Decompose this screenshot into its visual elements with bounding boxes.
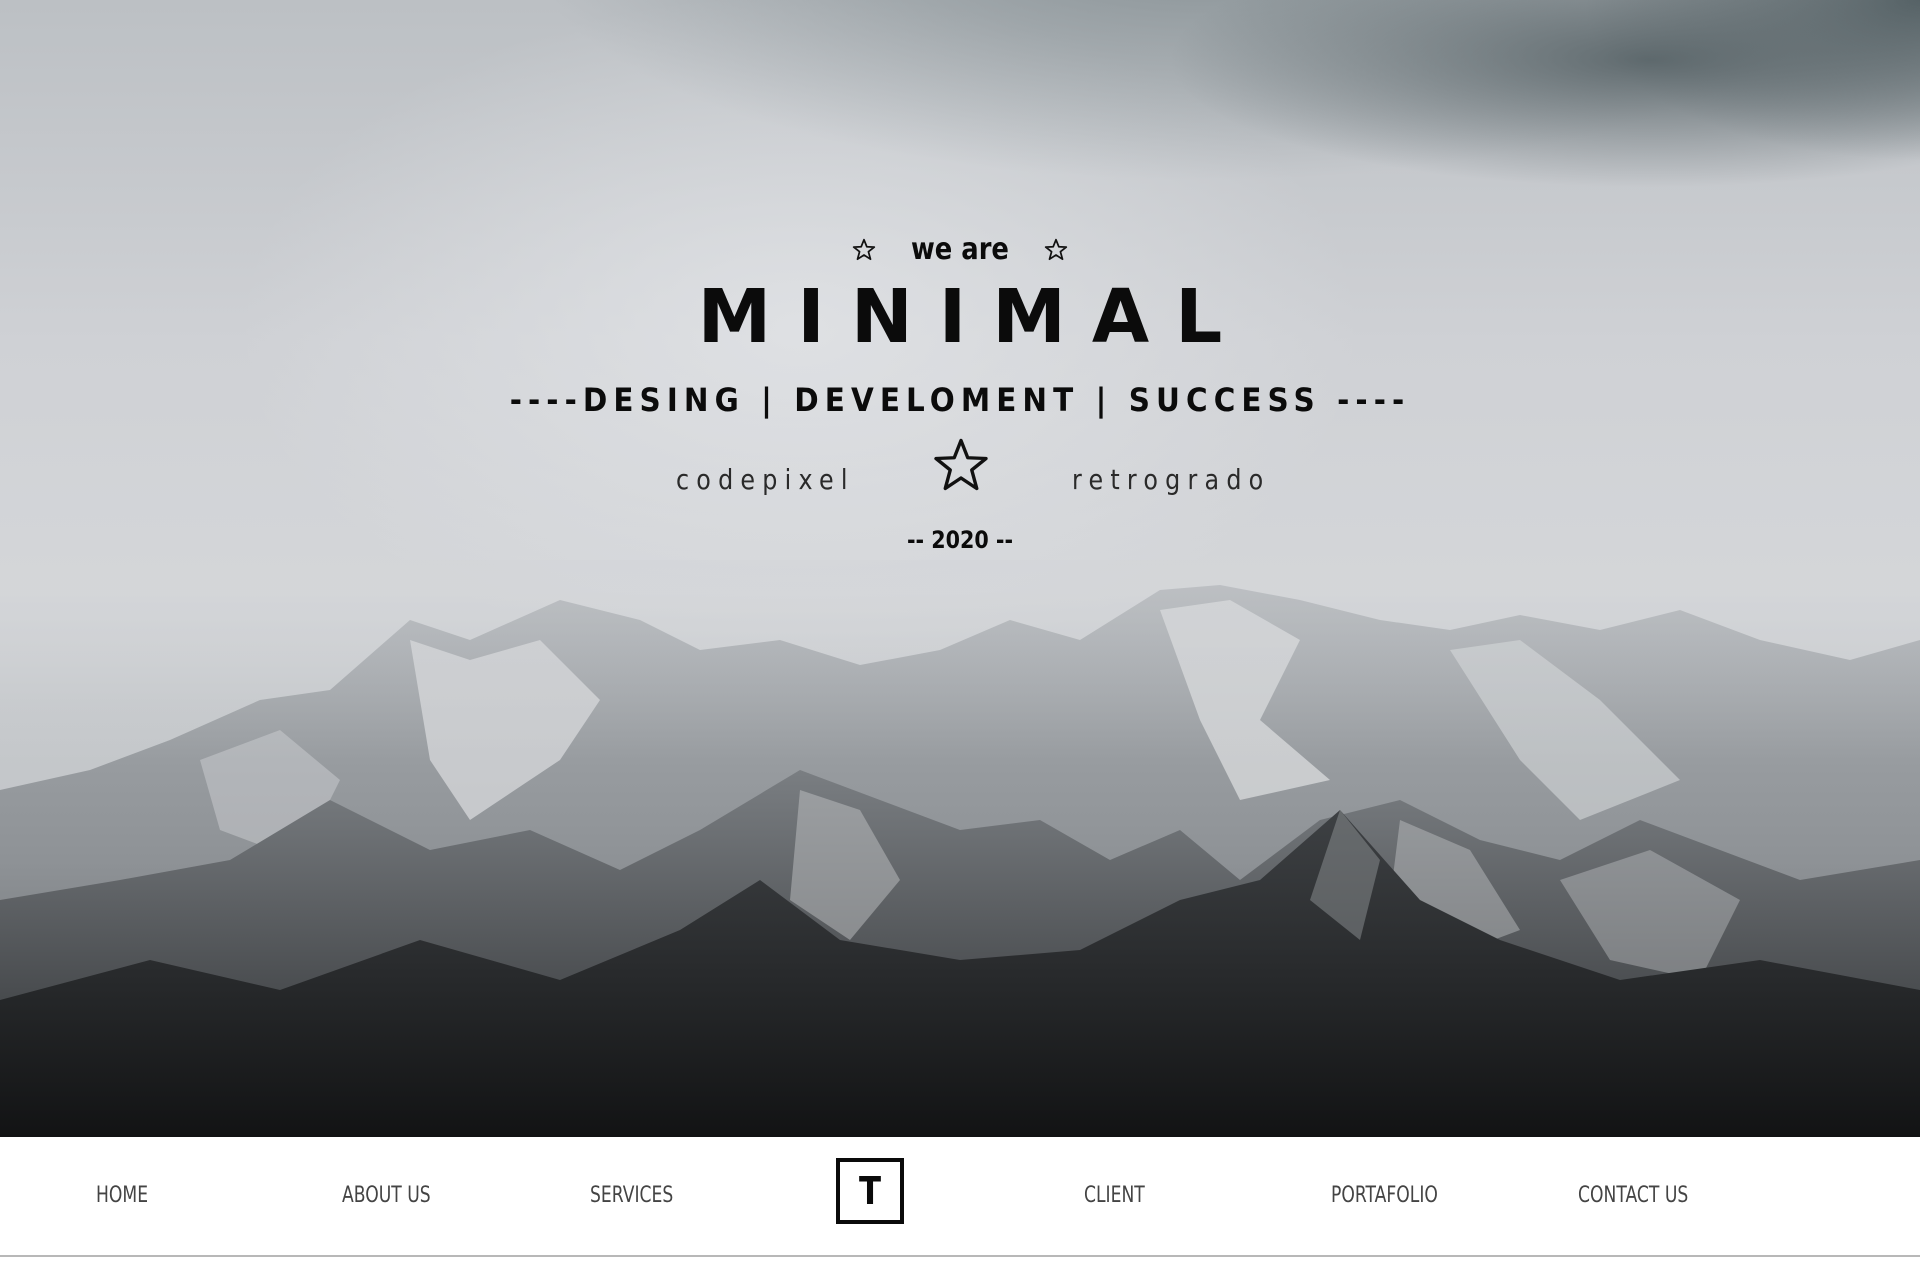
intro-text: we are xyxy=(911,232,1009,267)
nav-item-services[interactable]: SERVICES xyxy=(590,1185,673,1207)
hero-subtitle: ----DESING | DEVELOMENT | SUCCESS ---- xyxy=(509,381,1411,419)
page-bottom xyxy=(0,1257,1920,1265)
star-outline-icon xyxy=(852,238,876,260)
star-outline-icon xyxy=(934,438,988,491)
page-title: MINIMAL xyxy=(697,274,1249,360)
main-nav: HOME ABOUT US SERVICES T CLIENT PORTAFOL… xyxy=(0,1137,1920,1257)
hero-year: -- 2020 -- xyxy=(906,526,1014,554)
hero-right-text: retrogrado xyxy=(1072,463,1271,496)
nav-item-portafolio[interactable]: PORTAFOLIO xyxy=(1331,1185,1438,1207)
logo-button[interactable]: T xyxy=(836,1158,904,1224)
nav-item-about-us[interactable]: ABOUT US xyxy=(342,1185,431,1207)
logo-letter: T xyxy=(858,1169,882,1213)
intro-row: we are xyxy=(0,232,1920,267)
nav-item-home[interactable]: HOME xyxy=(96,1185,148,1207)
nav-item-client[interactable]: CLIENT xyxy=(1084,1185,1145,1207)
nav-item-contact-us[interactable]: CONTACT US xyxy=(1578,1185,1688,1207)
hero-left-text: codepixel xyxy=(676,463,855,496)
hero-content: we are MINIMAL ----DESING | DEVELOMENT |… xyxy=(0,0,1920,600)
hero-section: we are MINIMAL ----DESING | DEVELOMENT |… xyxy=(0,0,1920,1137)
star-outline-icon xyxy=(1044,238,1068,260)
